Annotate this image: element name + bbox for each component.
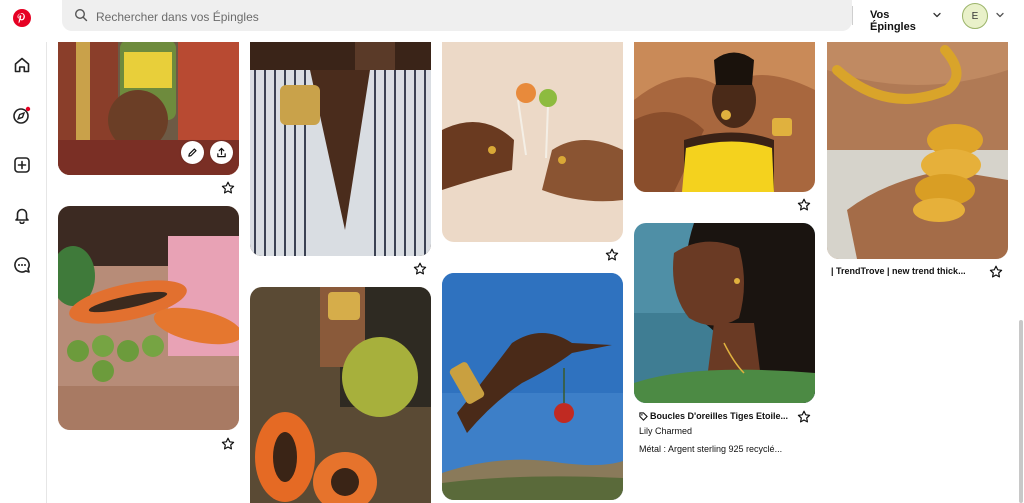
top-bar: Vos Épingles E [46, 0, 1024, 42]
pin-title[interactable]: Boucles D'oreilles Tiges Etoile... [650, 411, 792, 421]
star-icon[interactable] [797, 198, 811, 212]
star-icon[interactable] [989, 265, 1003, 279]
star-icon[interactable] [221, 437, 235, 451]
home-icon[interactable] [10, 53, 34, 77]
star-icon[interactable] [797, 410, 811, 424]
pin-image-papaya[interactable] [58, 206, 239, 430]
explore-icon[interactable] [10, 103, 34, 127]
pin-title[interactable]: | TrendTrove | new trend thick... [831, 266, 979, 276]
search-input[interactable] [94, 0, 698, 33]
search-icon [74, 8, 88, 22]
messages-icon[interactable] [10, 253, 34, 277]
divider [852, 6, 853, 25]
notifications-icon[interactable] [10, 203, 34, 227]
pin-image-lollipops[interactable] [442, 30, 623, 242]
scrollbar[interactable] [1019, 320, 1023, 503]
search-bar[interactable]: Vos Épingles [62, 0, 941, 33]
pin-image-striped-shirt[interactable] [250, 30, 431, 256]
edit-pin-button[interactable] [181, 141, 204, 164]
board-selector-label[interactable]: Vos Épingles [870, 9, 916, 33]
pin-image-gold-bracelets[interactable] [827, 30, 1008, 259]
pin-image-cherry[interactable] [442, 273, 623, 500]
pin-description: Métal : Argent sterling 925 recyclé... [639, 444, 783, 454]
avatar[interactable]: E [962, 3, 988, 29]
pin-image-papaya-bangles[interactable] [250, 287, 431, 503]
pin-image-earrings-model[interactable] [634, 223, 815, 403]
star-icon[interactable] [221, 181, 235, 195]
share-icon [217, 147, 226, 158]
share-pin-button[interactable] [210, 141, 233, 164]
pin-image-yellow-top[interactable] [634, 30, 815, 192]
create-icon[interactable] [10, 153, 34, 177]
pin-author[interactable]: Lily Charmed [639, 426, 692, 436]
pencil-icon [188, 148, 197, 157]
chevron-down-icon[interactable] [932, 10, 942, 20]
left-nav-rail [0, 0, 47, 503]
tag-icon [639, 412, 648, 421]
account-chevron-down-icon[interactable] [995, 10, 1005, 20]
star-icon[interactable] [413, 262, 427, 276]
pinterest-logo[interactable] [10, 6, 34, 30]
star-icon[interactable] [605, 248, 619, 262]
